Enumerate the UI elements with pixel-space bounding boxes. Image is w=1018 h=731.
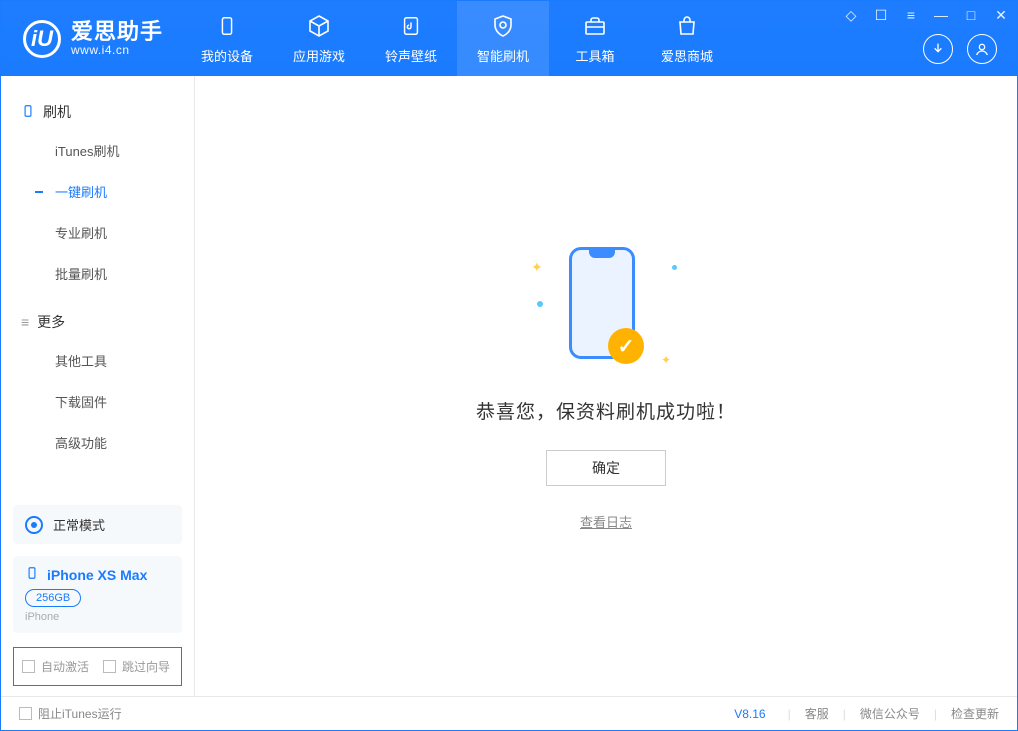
phone-illustration: ✓ <box>569 247 635 359</box>
status-link-support[interactable]: 客服 <box>805 705 829 722</box>
statusbar: 阻止iTunes运行 V8.16 | 客服 | 微信公众号 | 检查更新 <box>1 696 1017 730</box>
sparkle-icon: ✦ <box>531 259 543 276</box>
tab-my-device[interactable]: 我的设备 <box>181 1 273 76</box>
app-window: iU 爱思助手 www.i4.cn 我的设备 应用游戏 铃声壁纸 智能刷机 <box>0 0 1018 731</box>
sidebar-group-title: ≡ 更多 <box>1 304 194 340</box>
checkbox-label: 跳过向导 <box>122 658 170 675</box>
checkbox-icon <box>103 660 116 673</box>
tab-ringtones-wallpapers[interactable]: 铃声壁纸 <box>365 1 457 76</box>
mode-icon <box>25 516 43 534</box>
mode-card[interactable]: 正常模式 <box>13 505 182 544</box>
main-content: ✦ ✓ ✦ 恭喜您，保资料刷机成功啦！ 确定 查看日志 <box>195 76 1017 696</box>
sidebar-group-flash: 刷机 iTunes刷机 一键刷机 专业刷机 批量刷机 <box>1 94 194 304</box>
feedback-icon[interactable]: ☐ <box>873 7 889 24</box>
status-link-wechat[interactable]: 微信公众号 <box>860 705 920 722</box>
device-card[interactable]: iPhone XS Max 256GB iPhone <box>13 556 182 633</box>
toolbox-icon <box>581 12 609 40</box>
checkbox-skip-guide[interactable]: 跳过向导 <box>103 658 170 675</box>
sidebar-item-batch-flash[interactable]: 批量刷机 <box>1 253 194 294</box>
device-type-text: iPhone <box>25 611 170 623</box>
sidebar-item-pro-flash[interactable]: 专业刷机 <box>1 212 194 253</box>
device-storage-badge: 256GB <box>25 589 81 607</box>
view-log-link[interactable]: 查看日志 <box>580 512 632 531</box>
list-icon: ≡ <box>21 314 29 330</box>
success-illustration: ✦ ✓ ✦ <box>531 241 681 371</box>
phone-outline-icon <box>21 104 35 121</box>
tab-label: 智能刷机 <box>477 46 529 65</box>
dot-icon <box>537 301 543 307</box>
logo-icon: iU <box>23 20 61 58</box>
tab-label: 我的设备 <box>201 46 253 65</box>
checkbox-auto-activate[interactable]: 自动激活 <box>22 658 89 675</box>
tab-label: 爱思商城 <box>661 46 713 65</box>
mode-label: 正常模式 <box>53 515 105 534</box>
checkbox-icon <box>22 660 35 673</box>
device-icon <box>213 12 241 40</box>
device-phone-icon <box>25 566 39 583</box>
separator: | <box>788 707 791 721</box>
skin-icon[interactable]: ◇ <box>843 7 859 24</box>
header-actions <box>923 34 997 64</box>
shield-icon <box>489 12 517 40</box>
nav-tabs: 我的设备 应用游戏 铃声壁纸 智能刷机 工具箱 爱思商城 <box>181 1 733 76</box>
tab-apps-games[interactable]: 应用游戏 <box>273 1 365 76</box>
checkbox-label: 阻止iTunes运行 <box>38 705 122 722</box>
app-logo: iU 爱思助手 www.i4.cn <box>1 20 181 58</box>
titlebar: iU 爱思助手 www.i4.cn 我的设备 应用游戏 铃声壁纸 智能刷机 <box>1 1 1017 76</box>
menu-icon[interactable]: ≡ <box>903 7 919 24</box>
device-name-text: iPhone XS Max <box>47 567 147 583</box>
tab-label: 应用游戏 <box>293 46 345 65</box>
maximize-button[interactable]: □ <box>963 7 979 24</box>
group-title-text: 刷机 <box>43 102 71 122</box>
tab-label: 工具箱 <box>576 46 615 65</box>
shop-icon <box>673 12 701 40</box>
music-icon <box>397 12 425 40</box>
sidebar-group-more: ≡ 更多 其他工具 下载固件 高级功能 <box>1 304 194 473</box>
sidebar-item-download-firmware[interactable]: 下载固件 <box>1 381 194 422</box>
cube-icon <box>305 12 333 40</box>
tab-store[interactable]: 爱思商城 <box>641 1 733 76</box>
sidebar: 刷机 iTunes刷机 一键刷机 专业刷机 批量刷机 ≡ 更多 其他工具 下载固… <box>1 76 195 696</box>
sidebar-item-oneclick-flash[interactable]: 一键刷机 <box>1 171 194 212</box>
download-button[interactable] <box>923 34 953 64</box>
minimize-button[interactable]: — <box>933 7 949 24</box>
close-button[interactable]: ✕ <box>993 7 1009 24</box>
sparkle-icon: ✦ <box>661 353 671 367</box>
sidebar-item-itunes-flash[interactable]: iTunes刷机 <box>1 130 194 171</box>
options-box: 自动激活 跳过向导 <box>13 647 182 686</box>
app-subtitle: www.i4.cn <box>71 44 163 57</box>
window-controls: ◇ ☐ ≡ — □ ✕ <box>843 7 1009 24</box>
checkbox-icon <box>19 707 32 720</box>
success-message: 恭喜您，保资料刷机成功啦！ <box>476 397 736 424</box>
phone-notch <box>589 250 615 258</box>
ok-button[interactable]: 确定 <box>546 450 666 486</box>
status-link-update[interactable]: 检查更新 <box>951 705 999 722</box>
body: 刷机 iTunes刷机 一键刷机 专业刷机 批量刷机 ≡ 更多 其他工具 下载固… <box>1 76 1017 696</box>
tab-toolbox[interactable]: 工具箱 <box>549 1 641 76</box>
sidebar-group-title: 刷机 <box>1 94 194 130</box>
tab-label: 铃声壁纸 <box>385 46 437 65</box>
check-badge-icon: ✓ <box>608 328 644 364</box>
dot-icon <box>672 265 677 270</box>
checkbox-block-itunes[interactable]: 阻止iTunes运行 <box>19 705 122 722</box>
sidebar-item-other-tools[interactable]: 其他工具 <box>1 340 194 381</box>
user-button[interactable] <box>967 34 997 64</box>
separator: | <box>934 707 937 721</box>
sidebar-item-advanced[interactable]: 高级功能 <box>1 422 194 463</box>
group-title-text: 更多 <box>37 312 65 332</box>
version-text: V8.16 <box>734 707 765 721</box>
tab-smart-flash[interactable]: 智能刷机 <box>457 1 549 76</box>
app-title: 爱思助手 <box>71 20 163 44</box>
separator: | <box>843 707 846 721</box>
checkbox-label: 自动激活 <box>41 658 89 675</box>
